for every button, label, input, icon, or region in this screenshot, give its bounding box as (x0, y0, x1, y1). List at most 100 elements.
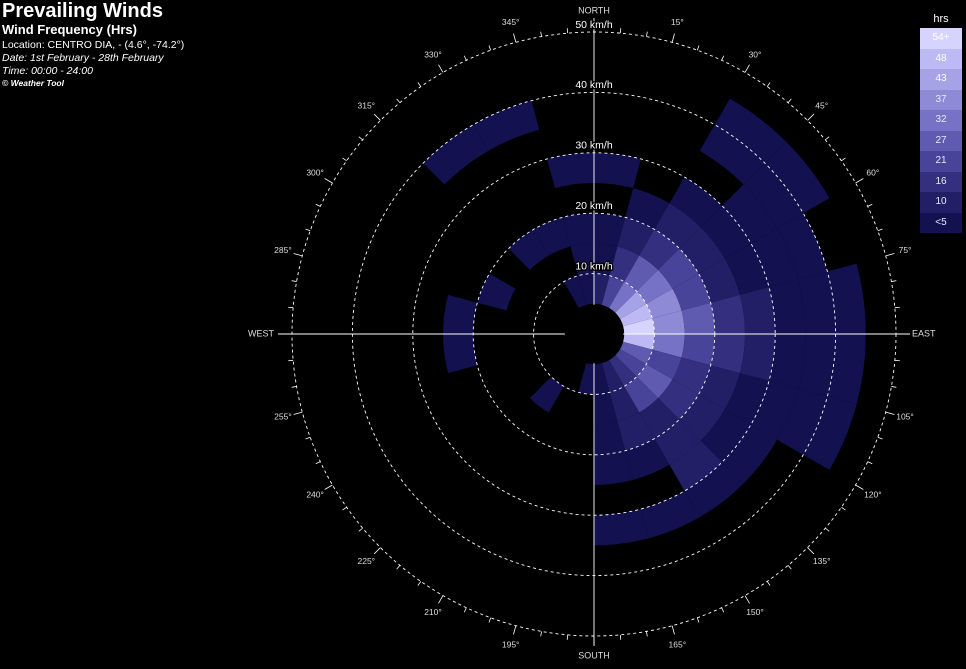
angle-tick (891, 280, 897, 282)
angle-label: 210° (424, 607, 442, 617)
angle-tick (417, 581, 422, 586)
calm-center (564, 304, 624, 364)
angle-tick (855, 178, 864, 184)
angle-label: 345° (502, 17, 520, 27)
legend-item: 16 (920, 171, 962, 192)
angle-label: 240° (306, 489, 324, 499)
angle-tick (867, 461, 873, 465)
ring-label: 50 km/h (575, 19, 613, 31)
angle-label: 225° (358, 556, 376, 566)
angle-label: 150° (746, 607, 764, 617)
angle-tick (877, 436, 883, 440)
color-legend: hrs 54+ 48 43 37 32 27 21 16 10 <5 (920, 10, 962, 233)
angle-tick (488, 617, 492, 623)
wind-rose-chart: 10 km/h 20 km/h 30 km/h 40 km/h 50 km/h 15° 30… (248, 5, 936, 660)
angle-tick (721, 607, 725, 613)
legend-items: 54+ 48 43 37 32 27 21 16 10 <5 (920, 28, 962, 233)
angle-label: 135° (813, 556, 831, 566)
wind-cell (739, 334, 776, 381)
legend-item: 32 (920, 110, 962, 131)
ring-label: 20 km/h (575, 200, 613, 212)
angle-tick (671, 33, 675, 43)
wind-cell (477, 273, 516, 311)
ring-label: 40 km/h (575, 79, 613, 91)
location-text: Location: CENTRO DIA, - (4.6°, -74.2°) (2, 39, 185, 51)
angle-tick (766, 82, 771, 87)
wind-cell (739, 287, 776, 334)
legend-item: 27 (920, 130, 962, 151)
wind-cell (443, 334, 478, 374)
angle-tick (373, 547, 381, 555)
angle-label: 315° (358, 101, 376, 111)
angle-tick (540, 31, 542, 37)
angle-label: 165° (669, 639, 687, 649)
compass-label: EAST (912, 328, 936, 338)
chart-subtitle: Wind Frequency (Hrs) (2, 22, 137, 37)
angle-tick (766, 581, 771, 586)
angle-tick (646, 631, 648, 637)
chart-title: Prevailing Winds (2, 0, 163, 22)
wind-cell (594, 152, 641, 189)
angle-tick (342, 506, 347, 511)
angle-label: 15° (671, 17, 684, 27)
angle-label: 105° (896, 412, 914, 422)
wind-cell (578, 363, 594, 395)
angle-tick (438, 64, 444, 73)
angle-tick (291, 280, 297, 282)
angle-label: 330° (424, 49, 442, 59)
legend-item: <5 (920, 212, 962, 233)
angle-tick (358, 527, 363, 532)
angle-tick (463, 55, 467, 61)
angle-label: 300° (306, 167, 324, 177)
copyright-text: © Weather Tool (2, 78, 64, 88)
angle-tick (324, 178, 333, 184)
angle-tick (358, 136, 363, 141)
angle-label: 195° (502, 639, 520, 649)
angle-tick (671, 625, 675, 635)
compass-label: NORTH (578, 5, 610, 15)
angle-tick (841, 506, 846, 511)
legend-item: 54+ (920, 28, 962, 49)
legend-title: hrs (933, 13, 949, 25)
angle-tick (315, 461, 321, 465)
angle-tick (373, 113, 381, 121)
angle-tick (855, 484, 864, 490)
wind-rose-cells (423, 98, 866, 546)
angle-tick (315, 203, 321, 207)
angle-tick (488, 45, 492, 51)
angle-tick (744, 595, 750, 604)
angle-tick (513, 625, 517, 635)
legend-item: 48 (920, 48, 962, 69)
legend-item: 37 (920, 89, 962, 110)
angle-tick (787, 565, 792, 570)
angle-tick (540, 631, 542, 637)
ring-label: 10 km/h (575, 260, 613, 272)
angle-label: 75° (899, 245, 912, 255)
angle-label: 45° (815, 101, 828, 111)
legend-item: 21 (920, 151, 962, 172)
wind-cell (443, 294, 478, 334)
angle-tick (867, 203, 873, 207)
compass-label: WEST (248, 328, 275, 338)
wind-cell (594, 509, 649, 546)
wind-cell (547, 152, 594, 189)
angle-tick (696, 617, 700, 623)
angle-tick (293, 411, 303, 415)
angle-tick (885, 411, 895, 415)
angle-tick (305, 228, 311, 232)
angle-label: 30° (749, 49, 762, 59)
angle-tick (396, 98, 401, 103)
chart-info: Prevailing Winds Wind Frequency (Hrs) Lo… (2, 0, 184, 89)
angle-tick (891, 386, 897, 388)
angle-tick (324, 484, 333, 490)
angle-tick (417, 82, 422, 87)
wind-cell (529, 376, 564, 413)
compass-label: SOUTH (578, 650, 610, 660)
angle-tick (513, 33, 517, 43)
angle-tick (438, 595, 444, 604)
angle-tick (825, 527, 830, 532)
angle-tick (696, 45, 700, 51)
angle-tick (825, 136, 830, 141)
angle-label: 255° (274, 412, 292, 422)
angle-label: 120° (864, 489, 882, 499)
